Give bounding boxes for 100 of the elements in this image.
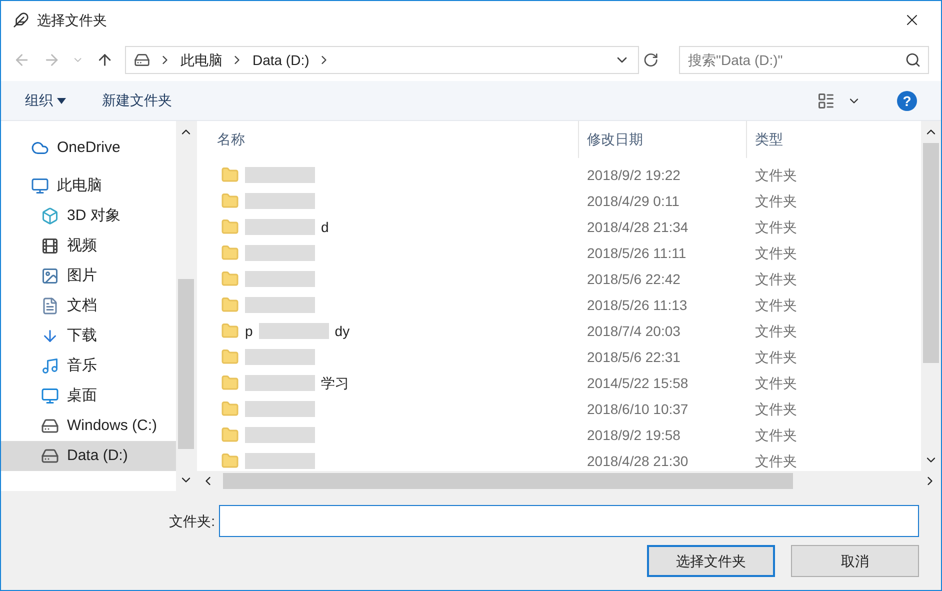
type-cell-text: 文件夹 [754, 166, 798, 184]
window-title: 选择文件夹 [37, 10, 107, 30]
search-field[interactable]: 搜索"Data (D:)" [679, 46, 930, 74]
nav-item[interactable]: 文档 [1, 291, 176, 321]
file-row[interactable]: p dy 2018/7/4 20:03 文件夹 [197, 318, 921, 344]
cube-icon [41, 207, 59, 225]
folder-icon [221, 426, 239, 444]
dialog-button[interactable]: 选择文件夹 [647, 545, 775, 577]
nav-item[interactable]: OneDrive [1, 133, 176, 163]
date-cell-text: 2018/4/28 21:30 [586, 452, 690, 470]
blurred-name-drawing [245, 167, 315, 183]
file-name: dy [334, 322, 350, 341]
cloud-icon [31, 139, 49, 157]
breadcrumb[interactable]: 此电脑 [180, 50, 222, 70]
desktop-icon [41, 387, 59, 405]
help-button[interactable]: ? [897, 90, 917, 110]
nav-item[interactable]: 桌面 [1, 381, 176, 411]
monitor-icon [31, 177, 49, 195]
nav-item[interactable]: 3D 对象 [1, 201, 176, 231]
blurred-name-drawing [245, 375, 315, 391]
music-note-icon [41, 357, 59, 375]
type-cell-text: 文件夹 [754, 244, 798, 262]
drive-icon [134, 52, 150, 68]
nav-item[interactable]: Data (D:) [1, 441, 176, 471]
date-cell-text: 2018/5/6 22:31 [586, 348, 682, 366]
type-cell-text: 文件夹 [754, 374, 798, 392]
folder-icon [221, 374, 239, 392]
address-bar[interactable]: 此电脑 Data (D:) [125, 46, 640, 74]
drive-icon [41, 417, 59, 435]
type-cell-text: 文件夹 [754, 296, 798, 314]
type-cell-text: 文件夹 [754, 426, 798, 444]
nav-item[interactable]: 音乐 [1, 351, 176, 381]
folder-icon [221, 244, 239, 262]
date-cell-text: 2018/7/4 20:03 [586, 322, 682, 340]
drive-icon [41, 447, 59, 465]
date-cell-text: 2014/5/22 15:58 [586, 374, 690, 392]
folder-icon [221, 322, 239, 340]
sidebar-scrollbar[interactable] [176, 121, 196, 491]
nav-item[interactable]: 图片 [1, 261, 176, 291]
type-cell-text: 文件夹 [754, 218, 798, 236]
field-label: 文件夹: [169, 512, 215, 530]
breadcrumb[interactable]: Data (D:) [252, 50, 310, 70]
nav-item[interactable]: 视频 [1, 231, 176, 261]
date-cell-text: 2018/4/29 0:11 [586, 192, 680, 210]
file-name: d [321, 218, 329, 236]
blurred-name-drawing [258, 323, 329, 339]
file-row[interactable]: 2018/6/10 10:37 文件夹 [197, 396, 921, 422]
type-cell-text: 文件夹 [754, 270, 798, 288]
folder-icon [221, 166, 239, 184]
folder-icon [221, 218, 239, 236]
search-icon [905, 52, 922, 68]
download-icon [41, 327, 59, 345]
dialog-button[interactable]: 取消 [791, 545, 919, 577]
folder-icon [221, 270, 239, 288]
blurred-name-drawing [245, 453, 315, 469]
folder-icon [221, 192, 239, 210]
document-icon [41, 297, 59, 315]
file-row[interactable]: 学习 2014/5/22 15:58 文件夹 [197, 370, 921, 396]
file-row[interactable]: 2018/9/2 19:58 文件夹 [197, 422, 921, 448]
blurred-name-drawing [245, 401, 315, 417]
nav-item[interactable]: Windows (C:) [1, 411, 176, 441]
file-name: p [245, 322, 253, 341]
date-cell-text: 2018/5/6 22:42 [586, 270, 682, 288]
refresh-icon[interactable] [643, 52, 660, 68]
blurred-name-drawing [245, 245, 315, 261]
type-cell-text: 文件夹 [754, 452, 798, 470]
horizontal-scrollbar[interactable] [197, 471, 941, 491]
blurred-name-drawing [245, 297, 315, 313]
folder-icon [221, 452, 239, 470]
folder-icon [221, 400, 239, 418]
nav-item[interactable]: 此电脑 [1, 171, 176, 201]
folder-icon [221, 348, 239, 366]
blurred-name-drawing [245, 271, 315, 287]
file-row[interactable]: 2018/5/26 11:13 文件夹 [197, 292, 921, 318]
date-cell-text: 2018/9/2 19:58 [586, 426, 682, 444]
date-cell-text: 2018/9/2 19:22 [586, 166, 682, 184]
organize-menu[interactable]: 组织 [25, 90, 66, 111]
column-header[interactable]: 类型 [747, 121, 921, 158]
file-row[interactable]: 2018/5/26 11:11 文件夹 [197, 240, 921, 266]
date-cell-text: 2018/6/10 10:37 [586, 400, 690, 418]
feather-icon [13, 12, 29, 28]
file-row[interactable]: 2018/5/6 22:31 文件夹 [197, 344, 921, 370]
file-row[interactable]: 2018/4/28 21:30 文件夹 [197, 448, 921, 474]
folder-icon [221, 296, 239, 314]
image-icon [41, 267, 59, 285]
file-row[interactable]: 2018/9/2 19:22 文件夹 [197, 162, 921, 188]
file-row[interactable]: d 2018/4/28 21:34 文件夹 [197, 214, 921, 240]
type-cell-text: 文件夹 [754, 400, 798, 418]
folder-input[interactable] [219, 505, 919, 537]
type-cell-text: 文件夹 [754, 192, 798, 210]
new-folder-button[interactable]: 新建文件夹 [102, 90, 172, 111]
blurred-name-drawing [245, 193, 315, 209]
file-row[interactable]: 2018/4/29 0:11 文件夹 [197, 188, 921, 214]
column-header[interactable]: 修改日期 [579, 121, 747, 158]
film-icon [41, 237, 59, 255]
view-icon[interactable] [817, 92, 835, 110]
nav-item[interactable]: 下载 [1, 321, 176, 351]
column-header[interactable]: 名称 [197, 121, 579, 158]
list-scrollbar[interactable] [921, 121, 941, 471]
file-row[interactable]: 2018/5/6 22:42 文件夹 [197, 266, 921, 292]
